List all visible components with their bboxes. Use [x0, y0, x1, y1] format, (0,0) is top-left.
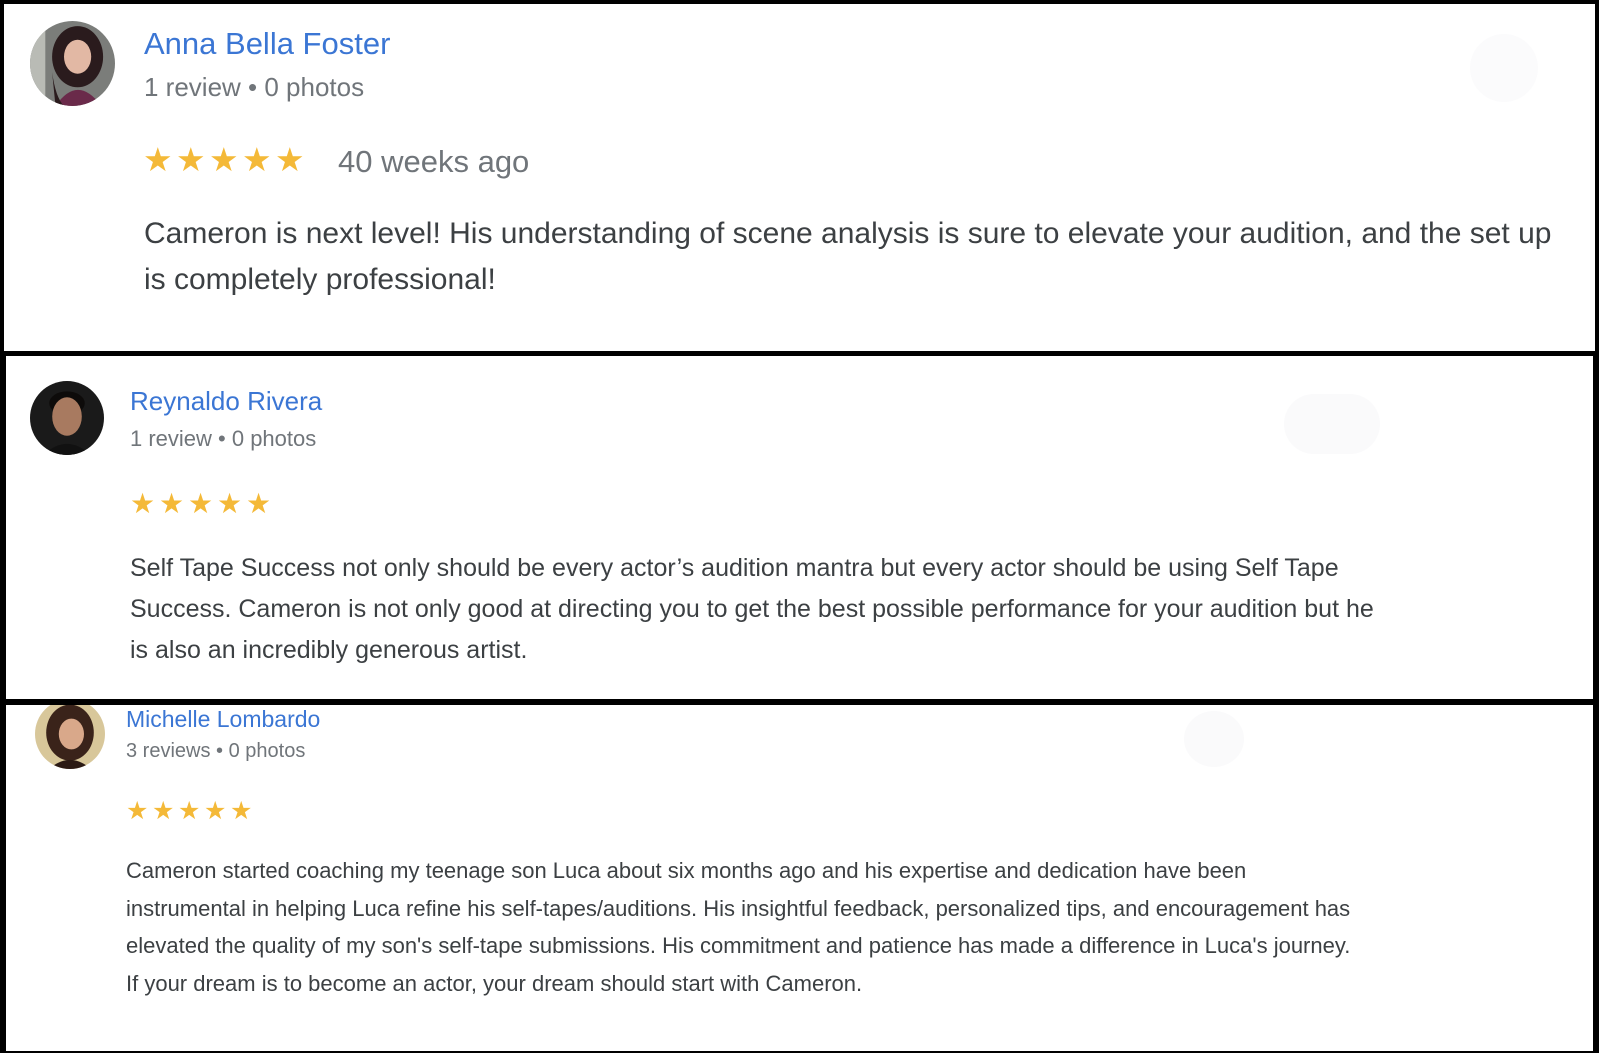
reviewer-stats: 1 review • 0 photos	[130, 426, 317, 451]
star-icon: ★	[159, 488, 185, 519]
review-card-3: Michelle Lombardo 3 reviews • 0 photos ★…	[6, 705, 1593, 1051]
star-icon: ★	[217, 488, 243, 519]
star-icon: ★	[152, 797, 175, 825]
profile-photo-icon	[30, 381, 104, 455]
more-options-button[interactable]	[1184, 711, 1244, 767]
reviewer-name[interactable]: Michelle Lombardo	[126, 706, 320, 733]
star-icon: ★	[188, 488, 214, 519]
profile-photo-icon	[30, 21, 115, 106]
more-options-button[interactable]	[1284, 394, 1380, 454]
star-icon: ★	[242, 141, 272, 178]
star-icon: ★	[143, 141, 173, 178]
profile-photo-icon	[35, 705, 105, 769]
star-icon: ★	[209, 141, 239, 178]
star-icon: ★	[204, 797, 227, 825]
star-icon: ★	[178, 797, 201, 825]
more-options-button[interactable]	[1470, 34, 1538, 102]
reviewer-stats: 1 review • 0 photos	[144, 72, 365, 102]
reviewer-name[interactable]: Reynaldo Rivera	[130, 386, 322, 417]
review-text: Cameron started coaching my teenage son …	[126, 858, 1351, 996]
reviewer-avatar[interactable]	[30, 381, 104, 455]
reviewer-avatar[interactable]	[35, 705, 105, 769]
star-icon: ★	[246, 488, 272, 519]
star-rating: ★ ★ ★ ★ ★	[126, 796, 256, 826]
star-rating: ★ ★ ★ ★ ★	[130, 487, 275, 520]
star-icon: ★	[176, 141, 206, 178]
star-icon: ★	[230, 797, 253, 825]
review-card-2: Reynaldo Rivera 1 review • 0 photos ★ ★ …	[6, 356, 1593, 699]
review-card-1: Anna Bella Foster 1 review • 0 photos ★ …	[4, 4, 1595, 351]
star-icon: ★	[126, 797, 149, 825]
reviewer-stats: 3 reviews • 0 photos	[126, 740, 306, 762]
star-icon: ★	[275, 141, 305, 178]
reviewer-name[interactable]: Anna Bella Foster	[144, 26, 390, 62]
review-text: Cameron is next level! His understanding…	[144, 217, 1552, 296]
reviewer-avatar[interactable]	[30, 21, 115, 106]
review-text: Self Tape Success not only should be eve…	[130, 554, 1374, 664]
review-date: 40 weeks ago	[338, 144, 530, 179]
star-rating: ★ ★ ★ ★ ★	[143, 140, 308, 179]
star-icon: ★	[130, 488, 156, 519]
